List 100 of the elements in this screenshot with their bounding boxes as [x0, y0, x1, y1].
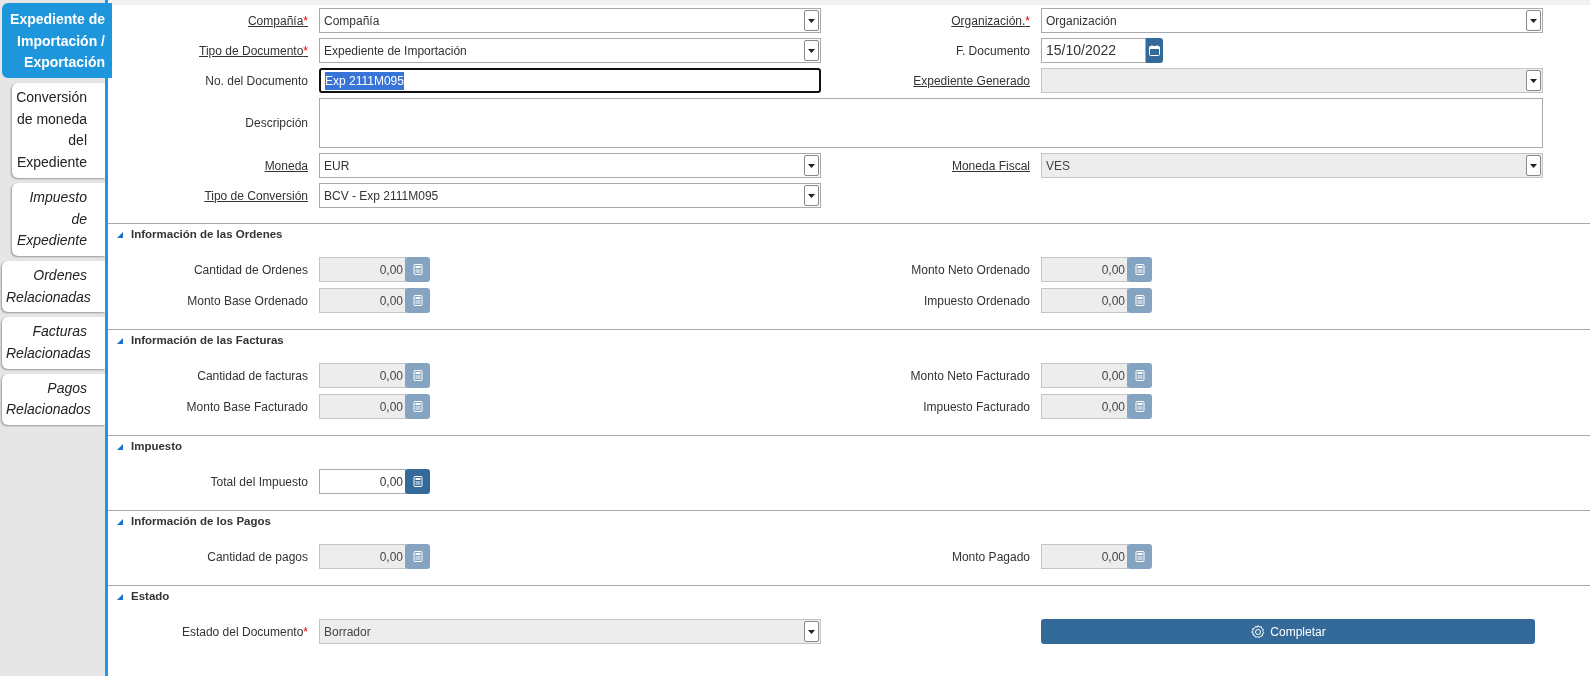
sidebar-tab[interactable]: Facturas Relacionadas — [2, 317, 105, 369]
calculator-icon — [412, 295, 423, 306]
input-field[interactable]: Exp 2111M095 — [319, 68, 821, 93]
field-value: Organización — [1046, 12, 1118, 30]
calculator-icon — [1134, 264, 1145, 275]
caret-icon — [807, 161, 816, 170]
calculator-icon — [1134, 401, 1145, 412]
required-mark: * — [303, 13, 308, 28]
number-field[interactable]: 0,00 — [1041, 394, 1128, 419]
field-label[interactable]: Tipo de Documento* — [110, 41, 308, 60]
field-label[interactable]: Organización.* — [832, 11, 1030, 30]
section-title: Información de los Pagos — [131, 514, 271, 530]
field-label: Impuesto Facturado — [922, 398, 1030, 416]
field-value: VES — [1046, 157, 1071, 175]
calculator-button[interactable] — [405, 363, 430, 388]
field-value: Borrador — [324, 623, 372, 641]
field-label: Monto Neto Ordenado — [910, 261, 1030, 279]
calculator-button[interactable] — [1127, 394, 1152, 419]
number-field[interactable]: 0,00 — [319, 363, 406, 388]
collapse-icon[interactable] — [117, 519, 123, 525]
required-mark: * — [1025, 13, 1030, 28]
calculator-button[interactable] — [1127, 363, 1152, 388]
sidebar-tab[interactable]: Conversión de moneda del Expediente — [12, 83, 105, 178]
number-field[interactable]: 0,00 — [1041, 257, 1128, 282]
field-label: Total del Impuesto — [209, 473, 308, 491]
field-value: EUR — [324, 157, 351, 175]
calculator-button[interactable] — [405, 544, 430, 569]
complete-button[interactable]: Completar — [1041, 619, 1535, 644]
field-label: Estado del Documento* — [180, 623, 308, 641]
calculator-icon — [1134, 551, 1145, 562]
caret-icon — [1529, 76, 1538, 85]
section-title: Estado — [131, 589, 170, 605]
field-label[interactable]: Expediente Generado — [832, 71, 1030, 90]
date-field[interactable]: 15/10/2022 — [1041, 38, 1146, 63]
dropdown-field[interactable]: Compañía — [319, 8, 821, 33]
number-field[interactable]: 0,00 — [319, 469, 406, 494]
caret-icon — [807, 191, 816, 200]
calendar-button[interactable] — [1146, 38, 1163, 63]
field-label: Descripción — [244, 115, 308, 132]
calculator-button[interactable] — [405, 288, 430, 313]
field-label: Cantidad de Ordenes — [192, 261, 308, 279]
caret-icon — [807, 627, 816, 636]
collapse-icon[interactable] — [117, 444, 123, 450]
section-title: Impuesto — [131, 439, 183, 455]
collapse-icon[interactable] — [117, 232, 123, 238]
field-label[interactable]: Moneda — [110, 156, 308, 175]
number-field[interactable]: 0,00 — [319, 394, 406, 419]
dropdown-field[interactable]: Expediente de Importación — [319, 38, 821, 63]
field-label: Monto Base Facturado — [185, 398, 308, 416]
number-field[interactable]: 0,00 — [1041, 288, 1128, 313]
calculator-icon — [412, 401, 423, 412]
number-field[interactable]: 0,00 — [1041, 363, 1128, 388]
text-area[interactable] — [319, 98, 1543, 148]
field-label: Monto Neto Facturado — [909, 367, 1030, 385]
calculator-button[interactable] — [1127, 288, 1152, 313]
caret-icon — [1529, 16, 1538, 25]
sidebar-tab[interactable]: Impuesto de Expediente — [12, 182, 105, 256]
field-label[interactable]: Tipo de Conversión — [110, 186, 308, 205]
calculator-button[interactable] — [405, 469, 430, 494]
dropdown-field[interactable]: VES — [1041, 153, 1543, 178]
calculator-icon — [1134, 295, 1145, 306]
field-label: Cantidad de pagos — [206, 548, 308, 566]
collapse-icon[interactable] — [117, 594, 123, 600]
calculator-button[interactable] — [405, 394, 430, 419]
number-field[interactable]: 0,00 — [319, 288, 406, 313]
sidebar-tab[interactable]: Pagos Relacionados — [2, 373, 105, 425]
field-label[interactable]: Moneda Fiscal — [832, 156, 1030, 175]
field-label: Monto Pagado — [950, 548, 1030, 566]
calculator-icon — [412, 264, 423, 275]
caret-icon — [1529, 161, 1538, 170]
field-label: Cantidad de facturas — [196, 367, 308, 385]
calculator-button[interactable] — [1127, 257, 1152, 282]
dropdown-field[interactable] — [1041, 68, 1543, 93]
field-label: No. del Documento — [204, 72, 308, 90]
gear-icon — [1250, 623, 1267, 640]
required-mark: * — [303, 624, 308, 639]
field-label: Impuesto Ordenado — [922, 292, 1030, 310]
number-field[interactable]: 0,00 — [319, 544, 406, 569]
calculator-icon — [412, 370, 423, 381]
dropdown-field[interactable]: Borrador — [319, 619, 821, 644]
dropdown-field[interactable]: Organización — [1041, 8, 1543, 33]
calculator-icon — [412, 551, 423, 562]
field-label[interactable]: Compañía* — [110, 11, 308, 30]
calculator-button[interactable] — [1127, 544, 1152, 569]
section-title: Información de las Facturas — [131, 333, 284, 349]
collapse-icon[interactable] — [117, 338, 123, 344]
calendar-icon — [1149, 45, 1160, 56]
calculator-button[interactable] — [405, 257, 430, 282]
field-value: Expediente de Importación — [324, 42, 468, 60]
field-value: BCV - Exp 2111M095 — [324, 187, 440, 205]
dropdown-field[interactable]: BCV - Exp 2111M095 — [319, 183, 821, 208]
section-title: Información de las Ordenes — [131, 227, 283, 243]
calculator-icon — [412, 476, 423, 487]
number-field[interactable]: 0,00 — [319, 257, 406, 282]
dropdown-field[interactable]: EUR — [319, 153, 821, 178]
calculator-icon — [1134, 370, 1145, 381]
sidebar-tab[interactable]: Ordenes Relacionadas — [2, 260, 105, 313]
caret-icon — [807, 46, 816, 55]
field-value: Compañía — [324, 12, 381, 30]
number-field[interactable]: 0,00 — [1041, 544, 1128, 569]
